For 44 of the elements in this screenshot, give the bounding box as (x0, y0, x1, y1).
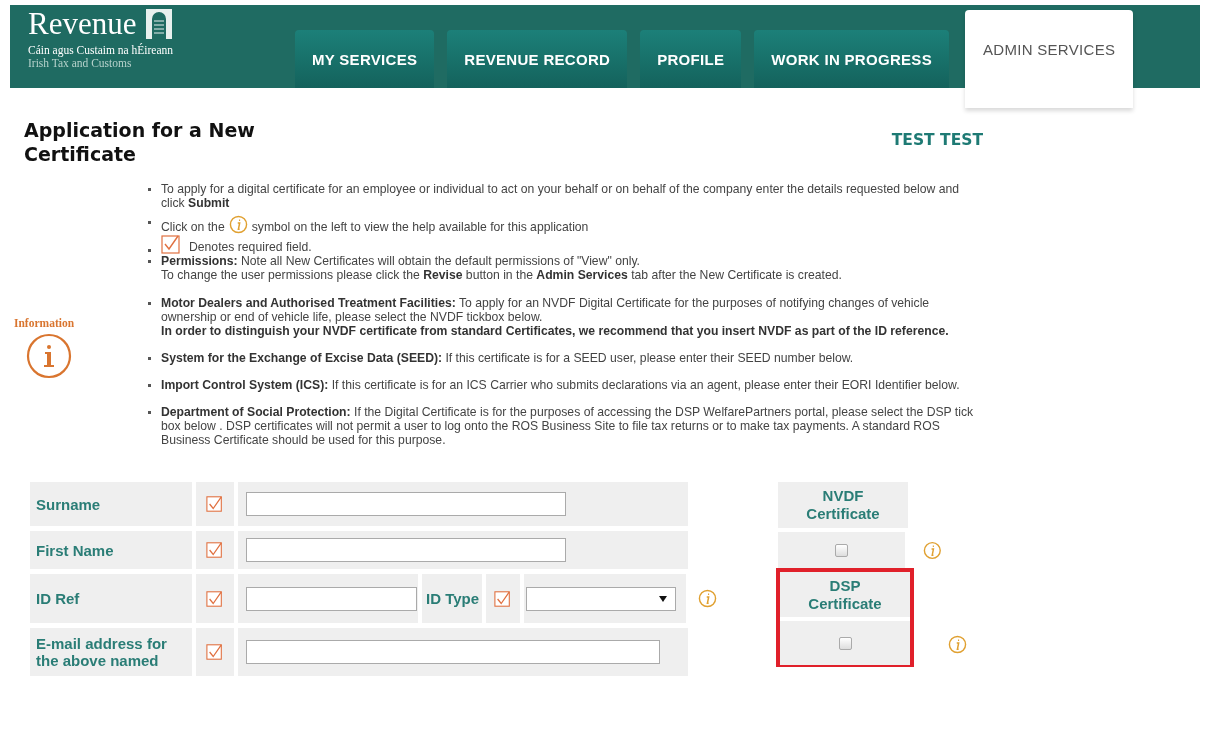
certificate-label: NVDF Certificate (805, 487, 881, 523)
info-icon[interactable] (698, 589, 717, 608)
bullet-text: Motor Dealers and Authorised Treatment Facilities: To apply for an NVDF Digital Certificate for the purposes of notifying changes of vehicle ownership or end of vehicle life, please select the NVDF tickbox below. (161, 296, 931, 324)
bullet-text: Click on the (161, 220, 225, 234)
text-field[interactable] (246, 586, 417, 611)
field-label: E-mail address for the above named (36, 635, 168, 669)
field-label: ID Ref (36, 590, 80, 607)
bullet-text: To change the user permissions please click the Revise button in the Admin Services tab after the New Certificate is created. (161, 268, 842, 282)
info-icon (228, 215, 248, 234)
info-icon[interactable] (948, 635, 967, 654)
bullet-text: Denotes required field. (189, 240, 312, 254)
harp-icon (144, 7, 175, 39)
bullet-text: In order to distinguish your NVDF certificate from standard Certificates, we recommend that you insert NVDF as part of the ID reference. (161, 324, 950, 338)
field-label: ID Type (426, 590, 480, 607)
dropdown-arrow-icon (659, 595, 667, 602)
certificate-label: DSP Certificate (807, 576, 883, 613)
text-field[interactable] (246, 492, 566, 516)
text-field[interactable] (246, 640, 660, 664)
bullet-text: Permissions: Note all New Certificates will obtain the default permissions of "View" only. (161, 254, 641, 268)
bullet-text: System for the Exchange of Excise Data (SEED): If this certificate is for a SEED user, please enter their SEED number below. (161, 351, 854, 365)
nav-tab[interactable]: MY SERVICES (295, 30, 435, 88)
page-title: Application for a New Certificate (24, 118, 256, 166)
checkbox[interactable] (835, 543, 849, 557)
logo-name: Revenue (28, 7, 137, 41)
nav-tab[interactable]: WORK IN PROGRESS (754, 30, 949, 88)
info-icon[interactable] (923, 540, 942, 560)
text-field[interactable] (246, 538, 566, 562)
required-checkbox-icon (161, 234, 181, 254)
field-label: First Name (36, 541, 114, 559)
logo-subtitle: Irish Tax and Customs (28, 57, 133, 70)
dropdown[interactable] (526, 586, 676, 611)
logo-subtitle: Cáin agus Custaim na hÉireann (28, 44, 174, 57)
information-label: Information (14, 317, 75, 329)
bullet-text: Department of Social Protection: If the Digital Certificate is for the purposes of accessing the DSP WelfarePartners portal, please select the DSP tick box below . DSP certificates will not permit a user to log onto the ROS Business Site to file tax returns or to make tax payments. A standard ROS Business Certificate should be used for this purpose. (161, 405, 975, 447)
nav-tab[interactable]: PROFILE (640, 30, 742, 88)
field-label: Surname (36, 495, 101, 513)
checkbox[interactable] (838, 636, 852, 650)
nav-tab[interactable]: REVENUE RECORD (447, 30, 628, 88)
bullet-text: Import Control System (ICS): If this certificate is for an ICS Carrier who submits declarations via an agent, please enter their EORI Identifier below. (161, 378, 960, 392)
bullet-text: To apply for a digital certificate for an employee or individual to act on your behalf or on behalf of the company enter the details requested below and click Submit (161, 182, 961, 210)
user-name: TEST TEST (891, 131, 983, 149)
information-icon[interactable] (26, 333, 72, 379)
bullet-text: symbol on the left to view the help available for this application (251, 220, 589, 234)
nav-tab[interactable]: ADMIN SERVICES (964, 10, 1134, 108)
